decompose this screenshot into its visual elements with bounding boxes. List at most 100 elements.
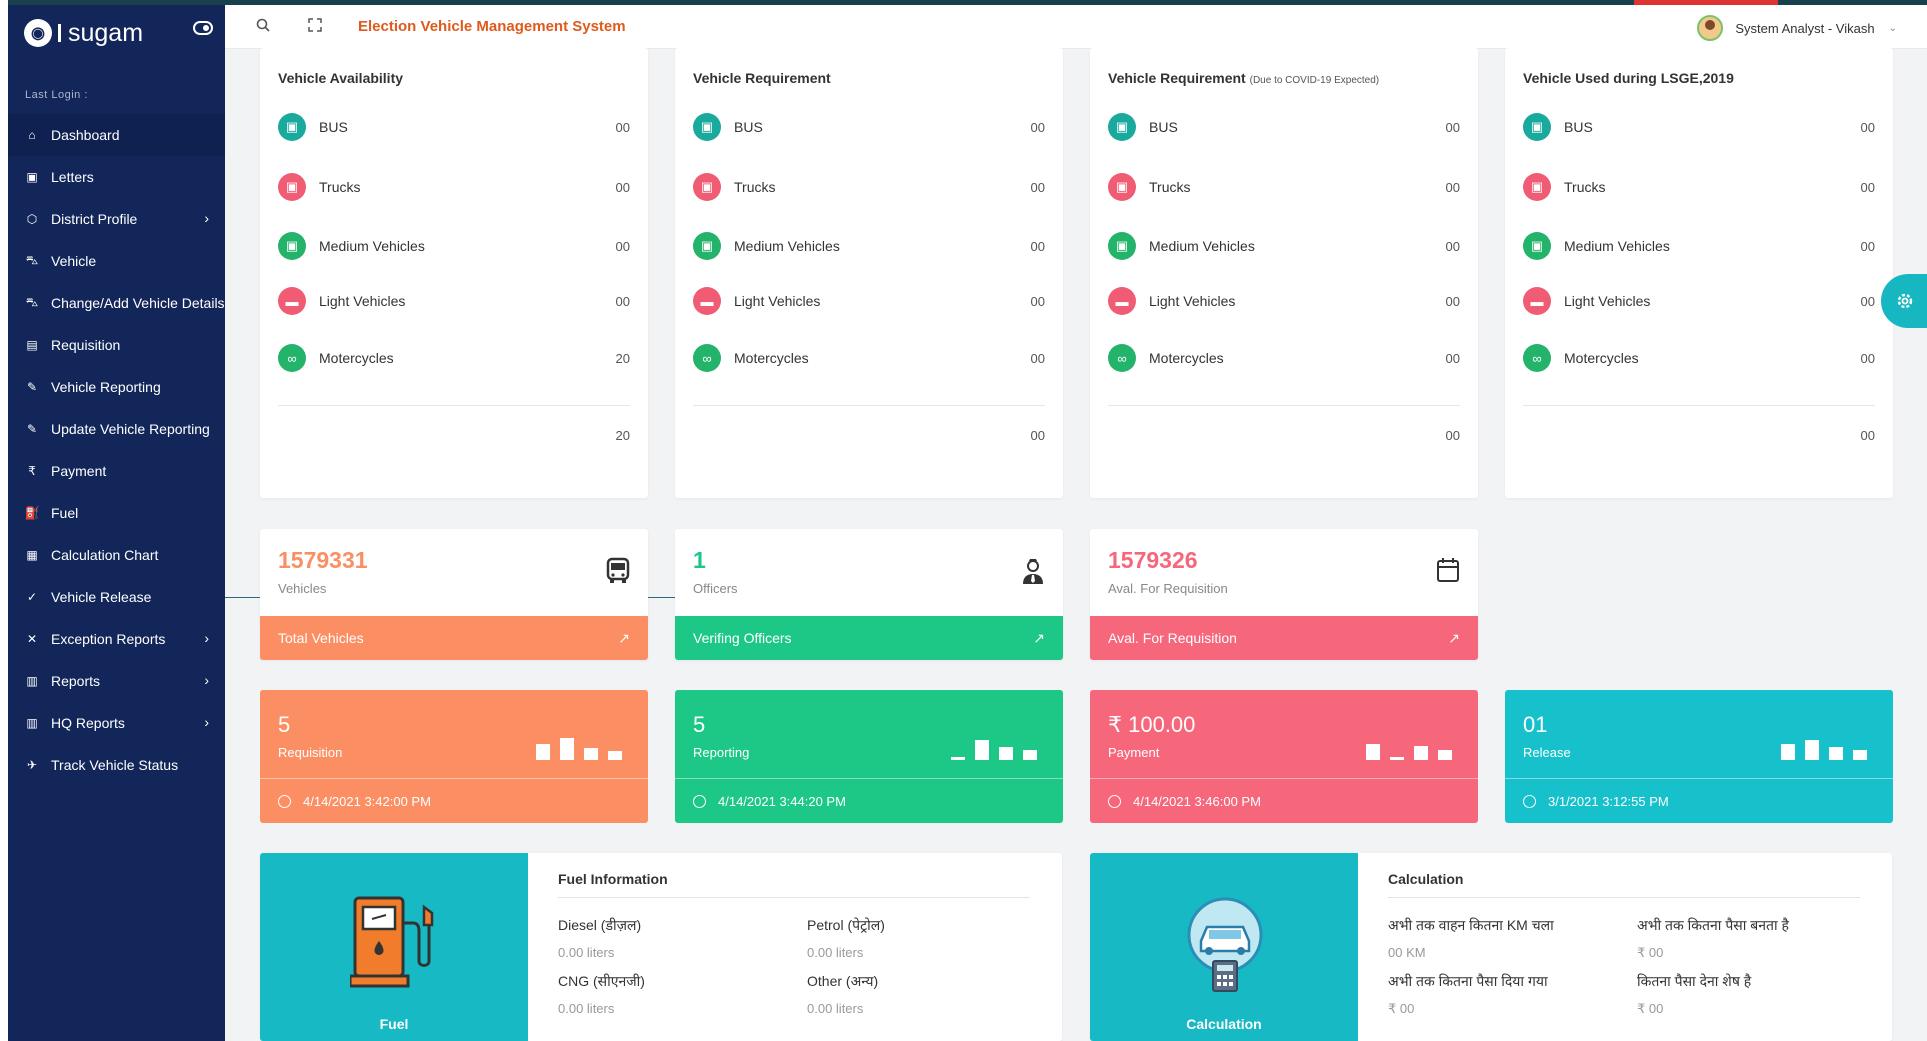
fuel-caption: Fuel	[379, 1016, 409, 1032]
trend-up-icon: ↗	[1033, 629, 1045, 646]
chevron-right-icon: ›	[204, 714, 209, 730]
update-reporting-icon: ✎	[26, 422, 38, 436]
sidebar-item-dashboard[interactable]: ⌂ Dashboard	[8, 114, 225, 156]
motorcycle-icon: ∞	[693, 344, 721, 372]
truck-icon: ▣	[1108, 173, 1136, 201]
sidebar-toggle-icon[interactable]	[193, 21, 213, 35]
sidebar-item-vehicle-release[interactable]: ✓ Vehicle Release	[8, 576, 225, 618]
logo[interactable]: ◉ sugam	[24, 13, 143, 53]
stat-footer[interactable]: Aval. For Requisition ↗	[1090, 616, 1478, 660]
kpi-timestamp: 3/1/2021 3:12:55 PM	[1523, 794, 1669, 809]
calc-item-amount-paid: अभी तक कितना पैसा दिया गया ₹ 00	[1388, 973, 1548, 1016]
kpi-label: Release	[1523, 745, 1571, 760]
calculation-title: Calculation	[1388, 871, 1860, 898]
sidebar-item-district-profile[interactable]: ⬡ District Profile ›	[8, 198, 225, 240]
vehicle-row-medium: ▣ Medium Vehicles 00	[1108, 231, 1460, 261]
calculation-card: Calculation Calculation अभी तक वाहन कितन…	[1090, 853, 1892, 1041]
sidebar-item-payment[interactable]: ₹ Payment	[8, 450, 225, 492]
stat-card-vehicles[interactable]: 1579331 Vehicles Total Vehicles ↗	[260, 529, 648, 660]
vehicle-row-light: ▬ Light Vehicles 00	[693, 286, 1045, 316]
sidebar-item-letters[interactable]: ▣ Letters	[8, 156, 225, 198]
kpi-card-requisition[interactable]: 5 Requisition 4/14/2021 3:42:00 PM	[260, 690, 648, 823]
vehicle-row-trucks: ▣ Trucks 00	[1523, 172, 1875, 202]
avatar	[1697, 15, 1724, 41]
vehicle-row-motorcycles: ∞ Motercycles 00	[1108, 343, 1460, 373]
sidebar-item-fuel[interactable]: ⛽ Fuel	[8, 492, 225, 534]
vehicle-total: 00	[1445, 428, 1460, 443]
fullscreen-icon[interactable]	[308, 18, 322, 35]
fuel-item-petrol: Petrol (पेट्रोल) 0.00 liters	[807, 917, 885, 960]
sidebar-item-track-vehicle-status[interactable]: ✈ Track Vehicle Status	[8, 744, 225, 786]
user-menu[interactable]: System Analyst - Vikash ⌄	[1697, 15, 1897, 41]
sidebar-item-change-add-vehicle[interactable]: ⛍ Change/Add Vehicle Details	[8, 282, 225, 324]
sidebar-item-exception-reports[interactable]: ✕ Exception Reports ›	[8, 618, 225, 660]
settings-gear-icon[interactable]	[1881, 274, 1927, 328]
stat-footer[interactable]: Total Vehicles ↗	[260, 616, 648, 660]
vehicle-card: Vehicle Requirement ▣ BUS 00 ▣ Trucks 00 ▣ Me…	[675, 48, 1063, 498]
stat-label: Officers	[693, 581, 738, 596]
kpi-label: Requisition	[278, 745, 343, 760]
vehicle-row-light: ▬ Light Vehicles 00	[1523, 286, 1875, 316]
light-vehicle-icon: ▬	[1523, 287, 1551, 315]
fuel-card: Fuel Fuel Information Diesel (डीज़ल) 0.00…	[260, 853, 1062, 1041]
search-icon[interactable]	[256, 18, 270, 35]
sidebar-item-vehicle-reporting[interactable]: ✎ Vehicle Reporting	[8, 366, 225, 408]
hq-reports-icon: ▥	[26, 716, 38, 730]
sidebar-item-update-vehicle-reporting[interactable]: ✎ Update Vehicle Reporting	[8, 408, 225, 450]
medium-vehicle-icon: ▣	[1108, 232, 1136, 260]
sidebar-item-hq-reports[interactable]: ▥ HQ Reports ›	[8, 702, 225, 744]
fuel-panel[interactable]: Fuel	[260, 853, 528, 1041]
kpi-card-payment[interactable]: ₹ 100.00 Payment 4/14/2021 3:46:00 PM	[1090, 690, 1478, 823]
vehicle-row-motorcycles: ∞ Motercycles 00	[693, 343, 1045, 373]
trend-up-icon: ↗	[618, 629, 630, 646]
kpi-card-release[interactable]: 01 Release 3/1/2021 3:12:55 PM	[1505, 690, 1893, 823]
calc-item-km: अभी तक वाहन कितना KM चला 00 KM	[1388, 917, 1554, 960]
letters-icon: ▣	[26, 170, 38, 184]
medium-vehicle-icon: ▣	[693, 232, 721, 260]
vehicle-card-title: Vehicle Availability	[278, 70, 404, 86]
chevron-right-icon: ›	[204, 210, 209, 226]
vehicle-card-title: Vehicle Used during LSGE,2019	[1523, 70, 1734, 86]
topbar: Election Vehicle Management System Syste…	[225, 5, 1927, 49]
stat-card-aval-requisition[interactable]: 1579326 Aval. For Requisition Aval. For …	[1090, 529, 1478, 660]
stat-card-officers[interactable]: 1 Officers Verifing Officers ↗	[675, 529, 1063, 660]
fuel-item-cng: CNG (सीएनजी) 0.00 liters	[558, 973, 645, 1016]
vehicle-total: 20	[615, 428, 630, 443]
stat-value: 1	[693, 547, 706, 573]
fuel-info-title: Fuel Information	[558, 871, 1030, 898]
kpi-card-reporting[interactable]: 5 Reporting 4/14/2021 3:44:20 PM	[675, 690, 1063, 823]
vehicle-row-medium: ▣ Medium Vehicles 00	[1523, 231, 1875, 261]
vehicle-row-bus: ▣ BUS 00	[1523, 112, 1875, 142]
stat-value: 1579331	[278, 547, 368, 573]
vehicle-row-medium: ▣ Medium Vehicles 00	[278, 231, 630, 261]
fuel-information: Fuel Information	[558, 871, 1030, 898]
car-calculator-icon	[1187, 897, 1263, 992]
fuel-icon: ⛽	[24, 506, 40, 520]
reporting-icon: ✎	[26, 380, 38, 394]
sidebar-item-reports[interactable]: ▥ Reports ›	[8, 660, 225, 702]
window-edge	[0, 0, 8, 1041]
sidebar-item-vehicle[interactable]: ⛍ Vehicle	[8, 240, 225, 282]
sidebar-item-calculation-chart[interactable]: ▦ Calculation Chart	[8, 534, 225, 576]
calculation-panel[interactable]: Calculation	[1090, 853, 1358, 1041]
exception-icon: ✕	[26, 632, 38, 646]
vehicle-row-light: ▬ Light Vehicles 00	[278, 286, 630, 316]
trend-up-icon: ↗	[1448, 629, 1460, 646]
sidebar-item-requisition[interactable]: ▤ Requisition	[8, 324, 225, 366]
release-icon: ✓	[26, 590, 38, 604]
vehicle-row-motorcycles: ∞ Motercycles 20	[278, 343, 630, 373]
light-vehicle-icon: ▬	[693, 287, 721, 315]
motorcycle-icon: ∞	[1108, 344, 1136, 372]
user-name: System Analyst - Vikash	[1735, 20, 1875, 36]
calculation-information: Calculation	[1388, 871, 1860, 898]
vehicle-card-title: Vehicle Requirement (Due to COVID-19 Exp…	[1108, 70, 1380, 86]
car-icon: ⛍	[25, 253, 39, 267]
stat-footer[interactable]: Verifing Officers ↗	[675, 616, 1063, 660]
clock-icon	[278, 795, 291, 808]
kpi-label: Payment	[1108, 745, 1160, 760]
stat-value: 1579326	[1108, 547, 1198, 573]
vehicle-row-trucks: ▣ Trucks 00	[1108, 172, 1460, 202]
kpi-value: ₹ 100.00	[1108, 712, 1196, 737]
stat-label: Aval. For Requisition	[1108, 581, 1228, 596]
vehicle-row-bus: ▣ BUS 00	[693, 112, 1045, 142]
